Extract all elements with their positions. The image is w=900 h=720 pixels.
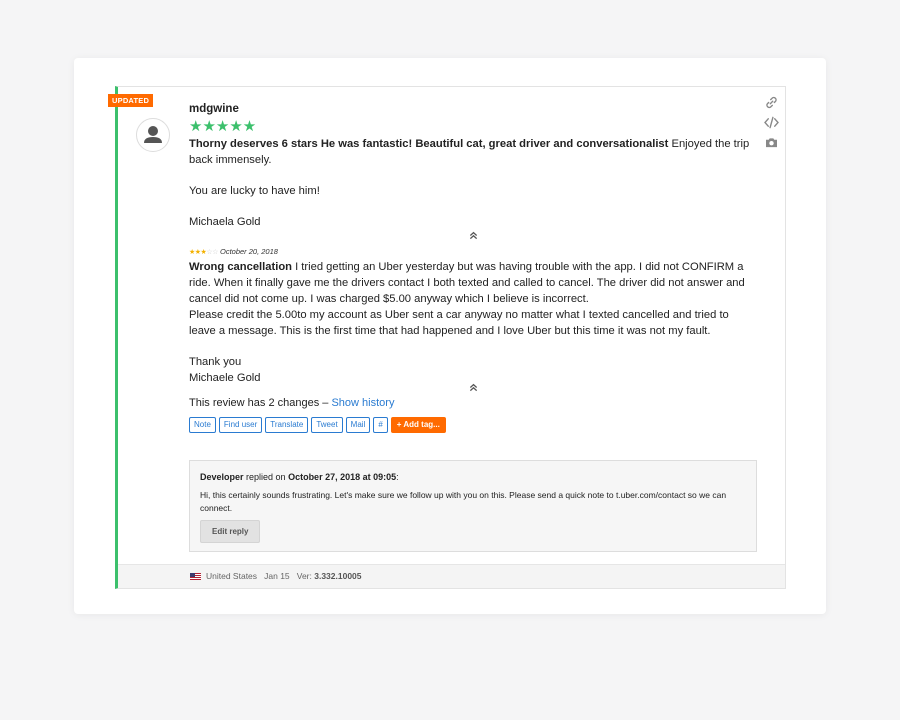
footer-version: Ver: 3.332.10005 xyxy=(296,571,362,581)
edit-reply-button[interactable]: Edit reply xyxy=(200,520,261,543)
reply-date: October 27, 2018 at 09:05 xyxy=(288,472,397,482)
add-tag-button[interactable]: + Add tag... xyxy=(390,417,446,433)
previous-review-body: Wrong cancellation I tried getting an Ub… xyxy=(189,261,745,305)
collapse-up-icon[interactable] xyxy=(189,230,757,246)
find-user-button[interactable]: Find user xyxy=(218,417,263,433)
previous-review-date: October 20, 2018 xyxy=(219,247,278,256)
reply-header: Developer replied on October 27, 2018 at… xyxy=(200,472,399,482)
link-icon[interactable] xyxy=(763,92,779,112)
previous-thanks: Thank you xyxy=(189,356,242,368)
review-content: mdgwine ★★★★★ Thorny deserves 6 stars He… xyxy=(189,100,757,433)
previous-review-meta: ★★★☆☆ October 20, 2018 xyxy=(189,246,757,259)
reply-text: Hi, this certainly sounds frustrating. L… xyxy=(200,490,727,513)
mail-button[interactable]: Mail xyxy=(345,417,371,433)
review-title: Thorny deserves 6 stars He was fantastic… xyxy=(189,138,669,150)
hash-button[interactable]: # xyxy=(373,417,388,433)
updated-badge: UPDATED xyxy=(108,94,154,107)
action-buttons: Note Find user Translate Tweet Mail # + … xyxy=(189,417,757,433)
review-line: You are lucky to have him! xyxy=(189,185,320,197)
translate-button[interactable]: Translate xyxy=(265,417,309,433)
code-icon[interactable] xyxy=(763,112,779,132)
show-history-link[interactable]: Show history xyxy=(331,397,394,409)
developer-reply: Developer replied on October 27, 2018 at… xyxy=(189,460,757,552)
camera-icon[interactable] xyxy=(763,132,779,152)
review-footer: United States Jan 15 Ver: 3.332.10005 xyxy=(118,564,785,588)
footer-country: United States xyxy=(206,571,258,581)
reply-author: Developer xyxy=(200,472,244,482)
note-button[interactable]: Note xyxy=(189,417,216,433)
side-actions xyxy=(763,92,779,152)
previous-review-title: Wrong cancellation xyxy=(189,261,292,273)
user-avatar-icon xyxy=(136,118,170,152)
review-body: Thorny deserves 6 stars He was fantastic… xyxy=(189,136,757,168)
review-username[interactable]: mdgwine xyxy=(189,101,757,117)
rating-stars: ★★★★★ xyxy=(189,118,257,135)
us-flag-icon xyxy=(190,573,201,580)
footer-date: Jan 15 xyxy=(264,571,290,581)
previous-rating-stars: ★★★☆☆ xyxy=(189,249,218,256)
previous-review-body-2: Please credit the 5.00to my account as U… xyxy=(189,309,729,337)
review-signature: Michaela Gold xyxy=(189,216,261,228)
tweet-button[interactable]: Tweet xyxy=(311,417,343,433)
